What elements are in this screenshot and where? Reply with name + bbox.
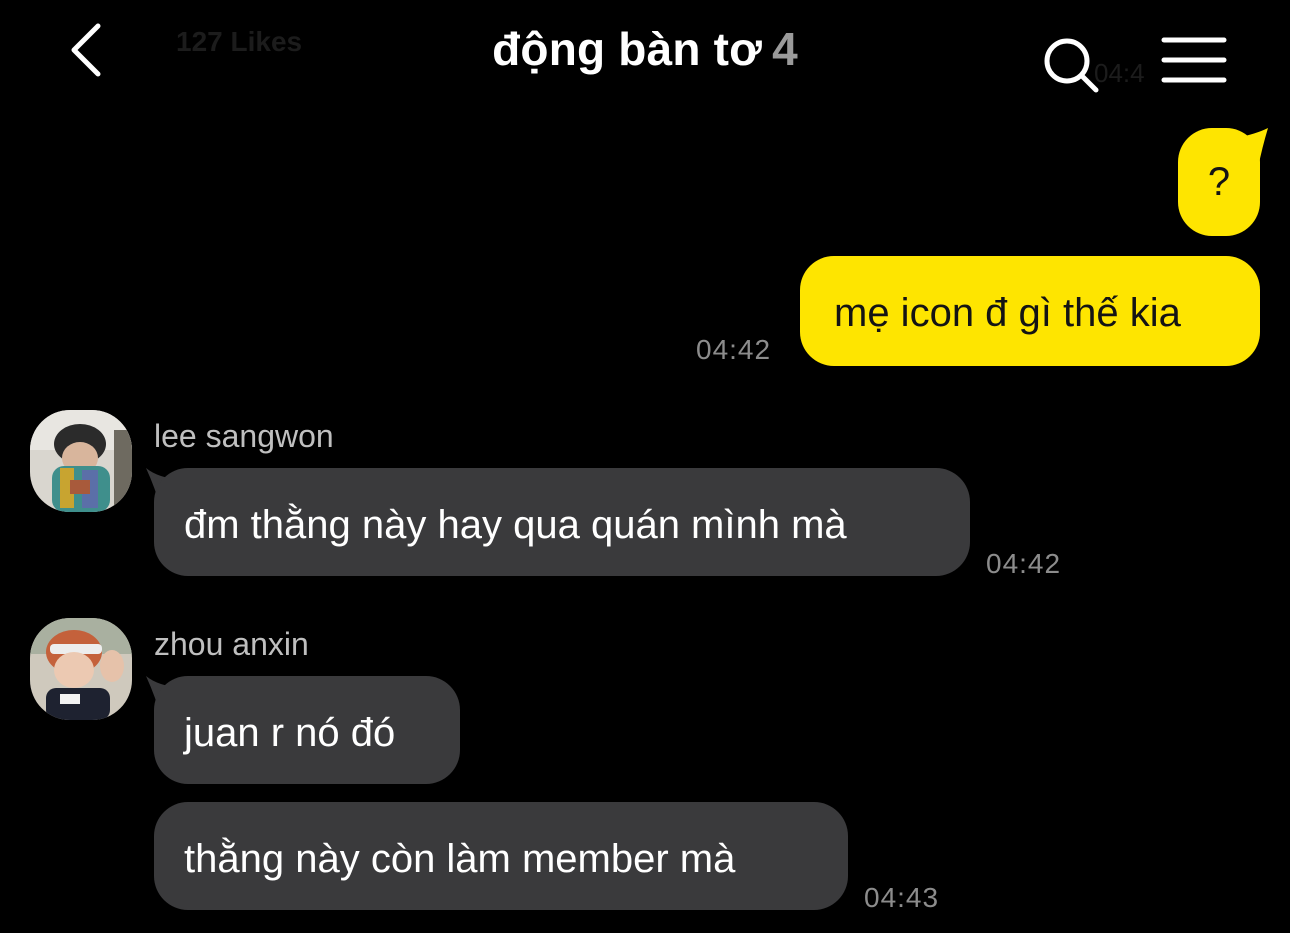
message-text: ?	[1207, 160, 1231, 204]
message-bubble-mine[interactable]: mẹ icon đ gì thế kia	[800, 256, 1260, 366]
menu-button[interactable]	[1160, 36, 1230, 86]
search-icon	[1036, 38, 1106, 104]
chat-title-text: động bàn tơ	[492, 23, 763, 75]
message-timestamp: 04:43	[864, 882, 940, 913]
message-bubble-other[interactable]: thằng này còn làm member mà	[154, 802, 848, 910]
message-bubble-mine[interactable]: ?	[1178, 128, 1260, 236]
sender-name: zhou anxin	[154, 626, 309, 662]
message-bubble-other[interactable]: đm thằng này hay qua quán mình mà	[154, 468, 970, 576]
message-text: mẹ icon đ gì thế kia	[834, 291, 1181, 335]
avatar-zhou-anxin[interactable]	[30, 618, 132, 720]
message-timestamp: 04:42	[696, 334, 772, 365]
message-text: đm thằng này hay qua quán mình mà	[184, 503, 847, 547]
hamburger-menu-icon	[1160, 37, 1230, 90]
message-timestamp: 04:42	[986, 548, 1062, 579]
member-count: 4	[772, 23, 798, 75]
search-button[interactable]	[1036, 30, 1106, 100]
sender-name: lee sangwon	[154, 418, 334, 454]
message-text: thằng này còn làm member mà	[184, 837, 736, 881]
avatar-lee-sangwon[interactable]	[30, 410, 132, 512]
message-bubble-other[interactable]: juan r nó đó	[154, 676, 460, 784]
message-text: juan r nó đó	[184, 711, 396, 755]
